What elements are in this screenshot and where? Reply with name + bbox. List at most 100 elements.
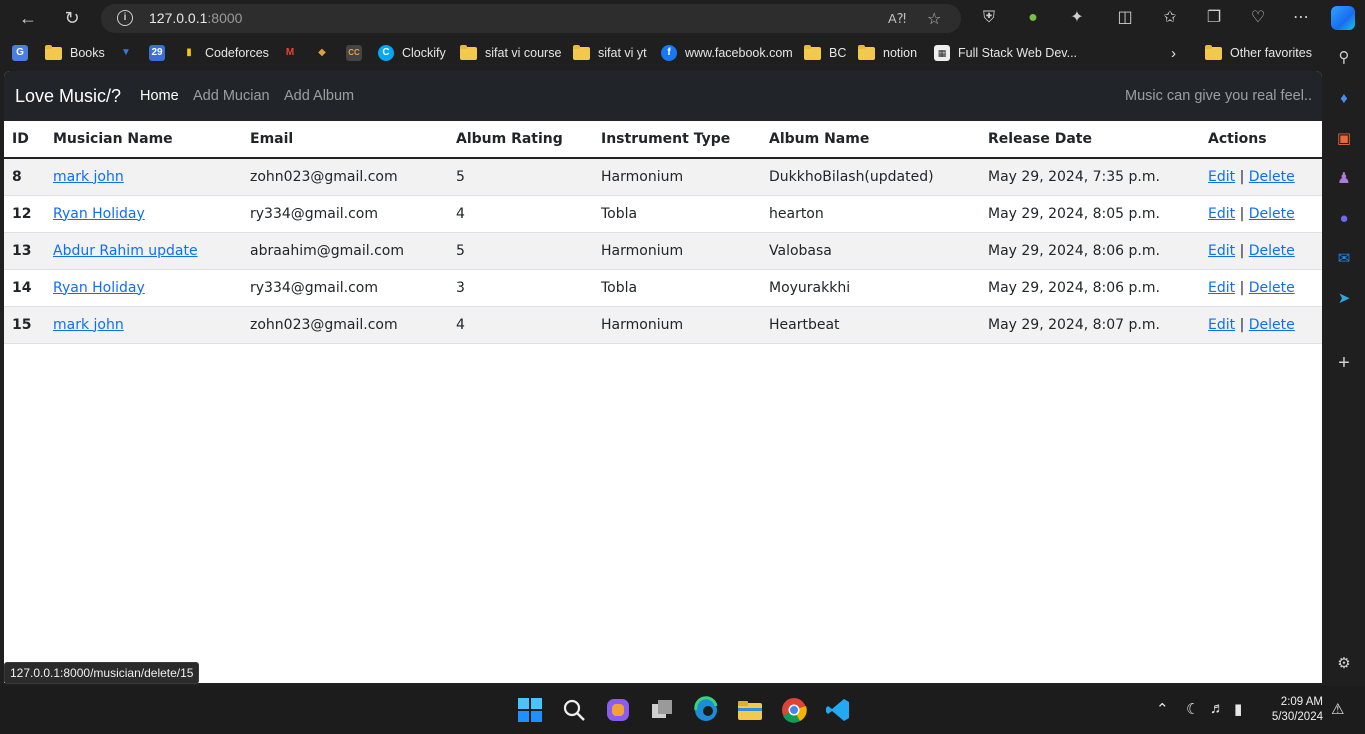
bookmarks-overflow-chevron-icon[interactable]: › — [1171, 44, 1176, 62]
settings-gear-icon[interactable]: ⚙ — [1334, 654, 1354, 674]
nav-add-album[interactable]: Add Album — [284, 88, 354, 104]
edit-link[interactable]: Edit — [1208, 206, 1235, 222]
copilot-sidebar-icon[interactable]: ● — [1334, 209, 1354, 229]
tray-chevron-icon[interactable]: ⌃ — [1156, 700, 1169, 718]
cell-release-date: May 29, 2024, 8:07 p.m. — [980, 306, 1200, 344]
column-header: Album Rating — [448, 121, 593, 159]
bookmark-bc[interactable]: BC — [804, 44, 846, 62]
shopping-tag-icon[interactable]: ♦ — [1334, 89, 1354, 109]
volume-icon[interactable]: ♬ — [1210, 700, 1225, 717]
tools-briefcase-icon[interactable]: ▣ — [1334, 129, 1354, 149]
delete-link[interactable]: Delete — [1249, 206, 1295, 222]
cell-musician-name: Ryan Holiday — [45, 195, 242, 233]
cell-email: ry334@gmail.com — [242, 269, 448, 307]
cell-actions: Edit | Delete — [1200, 158, 1322, 196]
cell-instrument: Tobla — [593, 195, 761, 233]
bookmark-full-stack[interactable]: ▦ Full Stack Web Dev... — [934, 44, 1077, 62]
collections-icon[interactable]: ❐ — [1204, 8, 1224, 28]
folder-icon — [804, 44, 821, 60]
vscode-icon[interactable] — [824, 696, 852, 724]
nav-home[interactable]: Home — [140, 88, 179, 104]
cell-album: DukkhoBilash(updated) — [761, 158, 980, 196]
cc-icon[interactable]: CC — [346, 45, 362, 61]
calendar-icon[interactable]: 29 — [149, 45, 165, 61]
musician-link[interactable]: Ryan Holiday — [53, 280, 145, 296]
site-info-icon[interactable]: i — [117, 10, 133, 26]
cell-id: 15 — [4, 306, 45, 344]
cell-rating: 3 — [448, 269, 593, 307]
delete-link[interactable]: Delete — [1249, 317, 1295, 333]
cell-album: Moyurakkhi — [761, 269, 980, 307]
more-menu-icon[interactable]: ⋯ — [1291, 8, 1311, 28]
bookmark-clockify[interactable]: C Clockify — [378, 44, 446, 62]
notification-bell-icon[interactable]: ⚠ — [1331, 700, 1344, 718]
web-page: Love Music/? Home Add Mucian Add Album M… — [4, 71, 1322, 683]
bookmark-label: sifat vi course — [485, 46, 562, 60]
bookmark-sifat-vi-yt[interactable]: sifat vi yt — [573, 44, 647, 62]
back-arrow-icon[interactable]: ← — [16, 6, 40, 30]
outlook-icon[interactable]: ✉ — [1334, 249, 1354, 269]
copilot-icon[interactable] — [1331, 6, 1355, 30]
gmail-icon[interactable]: M — [282, 45, 298, 61]
delete-link[interactable]: Delete — [1249, 280, 1295, 296]
delete-link[interactable]: Delete — [1249, 243, 1295, 259]
search-icon[interactable]: ⚲ — [1334, 48, 1354, 68]
edge-browser-icon[interactable] — [692, 696, 720, 724]
bookmark-sifat-vi-course[interactable]: sifat vi course — [460, 44, 561, 62]
address-bar[interactable]: i 127.0.0.1:8000 A⁈ ☆ — [101, 4, 961, 33]
read-aloud-icon[interactable]: A⁈ — [888, 11, 906, 27]
refresh-icon[interactable]: ↻ — [60, 6, 84, 30]
green-extension-icon[interactable]: ● — [1023, 8, 1043, 28]
cell-id: 14 — [4, 269, 45, 307]
copilot-taskbar-icon[interactable] — [604, 696, 632, 724]
musician-link[interactable]: Abdur Rahim update — [53, 243, 198, 259]
cell-actions: Edit | Delete — [1200, 195, 1322, 233]
url-port: :8000 — [207, 10, 243, 26]
browser-essentials-icon[interactable]: ♡ — [1248, 8, 1268, 28]
bookmark-facebook[interactable]: f www.facebook.com — [661, 44, 793, 62]
cell-album: hearton — [761, 195, 980, 233]
taskbar-search-icon[interactable] — [560, 696, 588, 724]
address-url[interactable]: 127.0.0.1:8000 — [149, 10, 242, 26]
chrome-icon[interactable] — [780, 696, 808, 724]
wifi-icon[interactable]: ☾ — [1186, 700, 1199, 718]
battery-icon[interactable]: ▮ — [1234, 700, 1242, 718]
delete-link[interactable]: Delete — [1249, 169, 1295, 185]
favorites-icon[interactable]: ✩ — [1160, 8, 1180, 28]
games-icon[interactable]: ♟ — [1334, 169, 1354, 189]
bookmark-label: Other favorites — [1230, 46, 1312, 60]
cell-email: zohn023@gmail.com — [242, 306, 448, 344]
edit-link[interactable]: Edit — [1208, 280, 1235, 296]
bookmark-books[interactable]: Books — [45, 44, 105, 62]
file-explorer-icon[interactable] — [736, 696, 764, 724]
bookmark-codeforces[interactable]: ▮ Codeforces — [181, 44, 269, 62]
split-screen-icon[interactable]: ◫ — [1115, 8, 1135, 28]
google-translate-icon[interactable]: G — [12, 45, 28, 61]
task-view-icon[interactable] — [648, 696, 676, 724]
extensions-puzzle-icon[interactable]: ✦ — [1067, 8, 1087, 28]
table-row: 12 Ryan Holiday ry334@gmail.com 4 Tobla … — [4, 195, 1322, 233]
cell-email: abraahim@gmail.com — [242, 232, 448, 270]
bookmark-notion[interactable]: notion — [858, 44, 917, 62]
bookmark-diamond-icon[interactable]: ◆ — [314, 45, 330, 61]
system-clock[interactable]: 2:09 AM 5/30/2024 — [1272, 695, 1323, 725]
windows-start-icon[interactable] — [516, 696, 544, 724]
cell-instrument: Harmonium — [593, 158, 761, 196]
edit-link[interactable]: Edit — [1208, 317, 1235, 333]
telegram-icon[interactable]: ➤ — [1334, 289, 1354, 309]
add-sidebar-app-icon[interactable]: + — [1334, 353, 1354, 373]
bookmark-blue-icon[interactable]: ▼ — [118, 45, 134, 61]
musician-link[interactable]: mark john — [53, 317, 124, 333]
edit-link[interactable]: Edit — [1208, 243, 1235, 259]
bookmark-label: Codeforces — [205, 46, 269, 60]
musician-link[interactable]: mark john — [53, 169, 124, 185]
shield-extension-icon[interactable]: ⛨ — [979, 8, 999, 28]
nav-add-musician[interactable]: Add Mucian — [193, 88, 270, 104]
edit-link[interactable]: Edit — [1208, 169, 1235, 185]
site-brand[interactable]: Love Music/? — [15, 86, 121, 107]
favorite-star-icon[interactable]: ☆ — [927, 9, 941, 29]
folder-icon — [1205, 44, 1222, 60]
musician-link[interactable]: Ryan Holiday — [53, 206, 145, 222]
bookmark-other-favorites[interactable]: Other favorites — [1205, 44, 1312, 62]
cell-id: 12 — [4, 195, 45, 233]
